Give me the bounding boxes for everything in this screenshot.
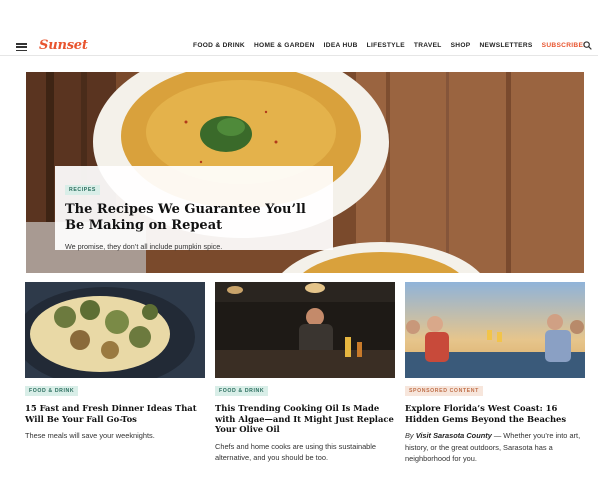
hero-title[interactable]: The Recipes We Guarantee You’ll Be Makin… [65, 202, 323, 234]
article-dek: These meals will save your weeknights. [25, 431, 155, 440]
hero-feature[interactable]: RECIPES The Recipes We Guarantee You’ll … [26, 72, 584, 273]
article-image[interactable] [405, 282, 585, 378]
site-logo[interactable]: Sunset [39, 38, 88, 53]
nav-lifestyle[interactable]: LIFESTYLE [367, 42, 405, 49]
article-image[interactable] [25, 282, 205, 378]
article-title[interactable]: 15 Fast and Fresh Dinner Ideas That Will… [25, 403, 205, 424]
article-card[interactable]: SPONSORED CONTENT Explore Florida’s West… [405, 282, 585, 465]
sponsor-link[interactable]: Visit Sarasota County [416, 431, 492, 440]
article-title[interactable]: Explore Florida’s West Coast: 16 Hidden … [405, 403, 585, 424]
article-card[interactable]: FOOD & DRINK 15 Fast and Fresh Dinner Id… [25, 282, 205, 442]
article-tag[interactable]: FOOD & DRINK [215, 386, 269, 396]
nav-food-drink[interactable]: FOOD & DRINK [193, 42, 245, 49]
nav-newsletters[interactable]: NEWSLETTERS [480, 42, 533, 49]
article-title[interactable]: This Trending Cooking Oil Is Made with A… [215, 403, 395, 435]
byline-prefix: By [405, 431, 414, 440]
article-dek: Chefs and home cooks are using this sust… [215, 441, 377, 463]
search-icon[interactable] [583, 41, 592, 50]
main-nav: FOOD & DRINK HOME & GARDEN IDEA HUB LIFE… [193, 42, 586, 49]
subscribe-link[interactable]: SUBSCRIBE! [542, 42, 586, 49]
site-header: Sunset FOOD & DRINK HOME & GARDEN IDEA H… [0, 0, 598, 56]
hero-dek: We promise, they don’t all include pumpk… [65, 242, 223, 251]
nav-travel[interactable]: TRAVEL [414, 42, 442, 49]
hamburger-menu-icon[interactable] [16, 43, 27, 52]
article-card[interactable]: FOOD & DRINK This Trending Cooking Oil I… [215, 282, 395, 464]
sponsored-tag[interactable]: SPONSORED CONTENT [405, 386, 483, 396]
hero-card[interactable]: RECIPES The Recipes We Guarantee You’ll … [55, 166, 333, 251]
hero-tag[interactable]: RECIPES [65, 185, 100, 195]
nav-idea-hub[interactable]: IDEA HUB [324, 42, 358, 49]
article-tag[interactable]: FOOD & DRINK [25, 386, 79, 396]
article-dek: By Visit Sarasota County — Whether you’r… [405, 430, 585, 465]
nav-home-garden[interactable]: HOME & GARDEN [254, 42, 315, 49]
article-image[interactable] [215, 282, 395, 378]
nav-shop[interactable]: SHOP [451, 42, 471, 49]
